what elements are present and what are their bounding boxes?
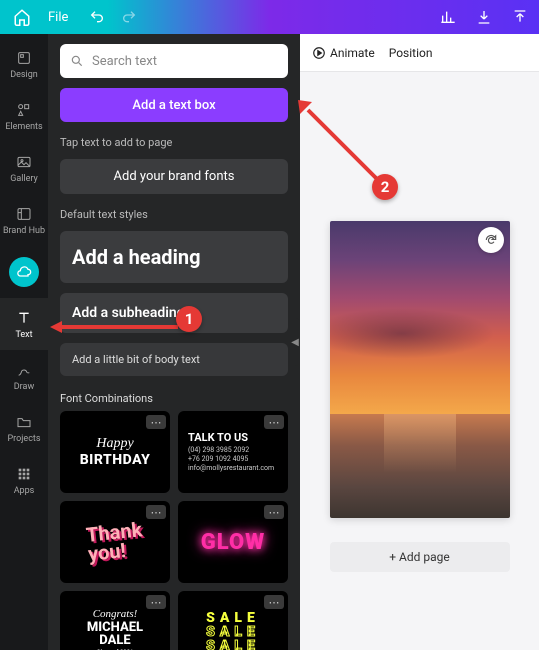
apps-icon (15, 465, 33, 483)
add-body-text-button[interactable]: Add a little bit of body text (60, 343, 288, 376)
position-button[interactable]: Position (389, 46, 433, 60)
font-combo-talk-to-us[interactable]: ⋯ TALK TO US (04) 298 3985 2092 +76 209 … (178, 411, 288, 493)
share-button[interactable] (509, 6, 531, 28)
sidebar-item-gallery[interactable]: Gallery (0, 142, 48, 194)
projects-icon (15, 413, 33, 431)
animate-button[interactable]: Animate (312, 46, 375, 60)
left-sidebar: Design Elements Gallery Brand Hub Text D… (0, 34, 48, 650)
sidebar-item-projects[interactable]: Projects (0, 402, 48, 454)
sidebar-label: Projects (8, 434, 41, 444)
file-menu[interactable]: File (40, 6, 76, 29)
canvas-toolbar: Animate Position (300, 34, 539, 72)
combo-more-icon[interactable]: ⋯ (146, 595, 166, 609)
search-input[interactable] (92, 54, 278, 69)
canvas-image (330, 221, 510, 518)
home-button[interactable] (8, 3, 36, 31)
font-combo-congrats[interactable]: ⋯ Congrats! MICHAEL DALE Class of 2021 (60, 591, 170, 650)
search-field[interactable] (60, 44, 288, 78)
sidebar-label: Brand Hub (3, 226, 45, 236)
search-icon (70, 54, 84, 68)
font-combo-birthday[interactable]: ⋯ Happy BIRTHDAY (60, 411, 170, 493)
combo-more-icon[interactable]: ⋯ (264, 505, 284, 519)
sidebar-label: Gallery (10, 174, 38, 184)
top-bar: File (0, 0, 539, 34)
sidebar-item-elements[interactable]: Elements (0, 90, 48, 142)
share-icon (512, 9, 528, 25)
add-subheading-button[interactable]: Add a subheading (60, 293, 288, 333)
insights-button[interactable] (437, 6, 459, 28)
undo-icon (89, 9, 105, 25)
font-combo-glow[interactable]: ⋯ GLOW (178, 501, 288, 583)
redo-icon (121, 9, 137, 25)
sidebar-label: Text (15, 330, 32, 340)
sidebar-label: Apps (14, 486, 35, 496)
gallery-icon (15, 153, 33, 171)
text-icon (15, 309, 33, 327)
add-heading-button[interactable]: Add a heading (60, 231, 288, 283)
home-icon (13, 8, 31, 26)
font-combo-thank-you[interactable]: ⋯ Thankyou! (60, 501, 170, 583)
sidebar-item-text[interactable]: Text (0, 298, 48, 350)
chart-icon (440, 9, 456, 25)
sidebar-label: Draw (14, 382, 34, 392)
animate-icon (312, 46, 326, 60)
add-brand-fonts-button[interactable]: Add your brand fonts (60, 159, 288, 194)
font-combo-sale[interactable]: ⋯ SALE SALE SALE (178, 591, 288, 650)
draw-icon (15, 361, 33, 379)
sidebar-item-draw[interactable]: Draw (0, 350, 48, 402)
download-icon (476, 9, 492, 25)
sidebar-item-cloud[interactable] (0, 246, 48, 298)
panel-collapse-handle[interactable]: ◀ (289, 318, 300, 366)
refresh-icon (484, 233, 498, 247)
add-page-button[interactable]: + Add page (330, 542, 510, 572)
sidebar-item-design[interactable]: Design (0, 38, 48, 90)
canvas-area: Animate Position (300, 34, 539, 650)
text-panel: Add a text box Tap text to add to page A… (48, 34, 300, 650)
sidebar-label: Design (10, 70, 38, 80)
combo-more-icon[interactable]: ⋯ (264, 415, 284, 429)
font-combinations-label: Font Combinations (60, 392, 288, 405)
canvas-page[interactable] (330, 221, 510, 518)
download-button[interactable] (473, 6, 495, 28)
elements-icon (15, 101, 33, 119)
cloud-icon (9, 257, 39, 287)
redo-button[interactable] (118, 6, 140, 28)
add-text-box-button[interactable]: Add a text box (60, 88, 288, 122)
brand-hub-icon (15, 205, 33, 223)
tap-text-label: Tap text to add to page (60, 136, 288, 149)
default-styles-label: Default text styles (60, 208, 288, 221)
combo-more-icon[interactable]: ⋯ (146, 505, 166, 519)
sidebar-item-brand-hub[interactable]: Brand Hub (0, 194, 48, 246)
combo-more-icon[interactable]: ⋯ (264, 595, 284, 609)
combo-more-icon[interactable]: ⋯ (146, 415, 166, 429)
refresh-button[interactable] (478, 227, 504, 253)
undo-button[interactable] (86, 6, 108, 28)
design-icon (15, 49, 33, 67)
sidebar-item-apps[interactable]: Apps (0, 454, 48, 506)
sidebar-label: Elements (5, 122, 42, 132)
